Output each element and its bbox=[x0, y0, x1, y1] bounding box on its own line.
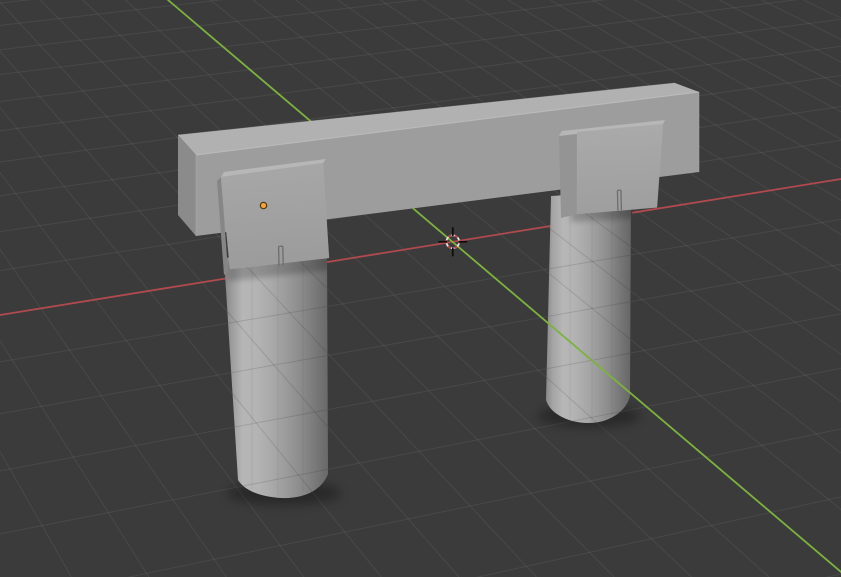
right-pier-cap[interactable] bbox=[559, 120, 665, 218]
right-pier-cap-notch-edge bbox=[616, 190, 619, 211]
object-origin-dot bbox=[259, 201, 268, 210]
left-column[interactable] bbox=[224, 250, 328, 499]
right-pier-cap-notch-edge bbox=[620, 190, 623, 211]
viewport-window[interactable] bbox=[0, 0, 841, 577]
left-pier-cap-front-face[interactable] bbox=[220, 162, 330, 270]
right-cap-side-face bbox=[559, 132, 577, 218]
right-pier-cap-front-face[interactable] bbox=[576, 123, 664, 215]
viewport-canvas[interactable] bbox=[0, 0, 841, 577]
left-pier-cap[interactable] bbox=[217, 159, 330, 275]
